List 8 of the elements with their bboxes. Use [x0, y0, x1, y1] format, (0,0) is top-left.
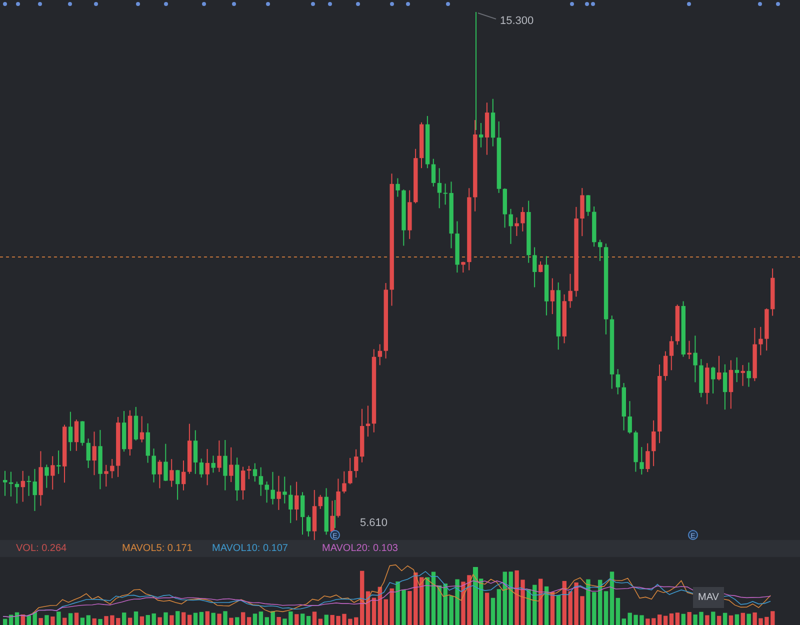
- legend-label: MAVOL5: 0.171: [122, 542, 194, 556]
- legend-label: MAVOL10: 0.107: [212, 542, 289, 556]
- legend-label: VOL: 0.264: [16, 542, 68, 556]
- leader-line: [478, 12, 496, 20]
- tooltip: MAV: [693, 587, 724, 608]
- high-price-label: 15.300: [500, 15, 534, 27]
- legend-label: MAVOL20: 0.103: [322, 542, 399, 556]
- low-price-label: 5.610: [360, 517, 388, 529]
